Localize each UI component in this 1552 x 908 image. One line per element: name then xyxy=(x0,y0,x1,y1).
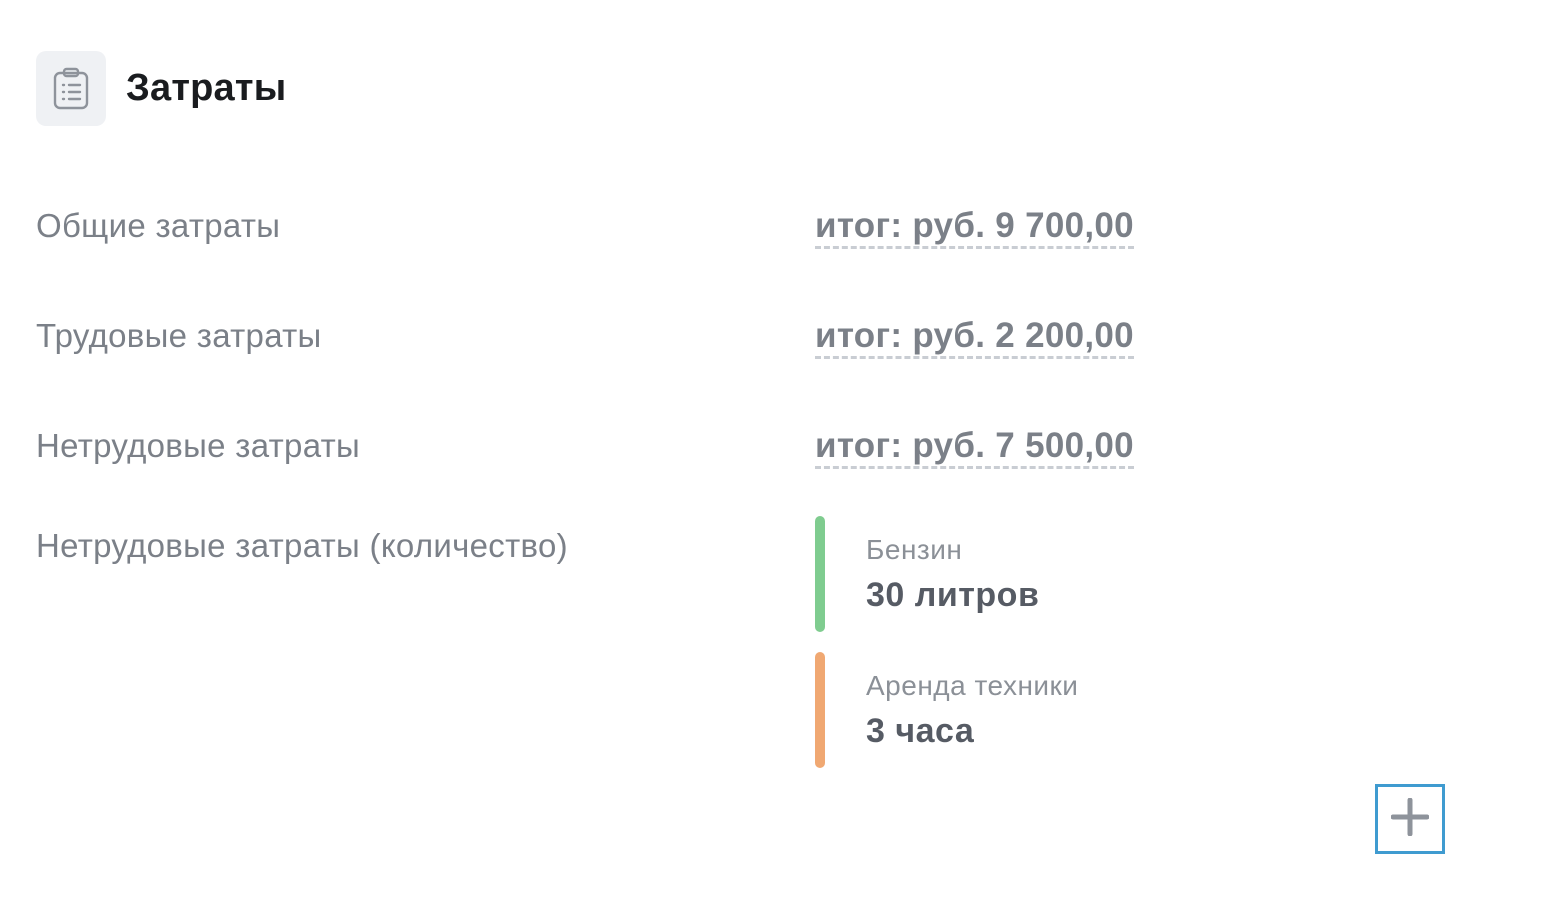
non-labor-costs-value[interactable]: итог: руб. 7 500,00 xyxy=(815,426,1134,469)
total-costs-label: Общие затраты xyxy=(36,207,281,244)
labor-costs-label: Трудовые затраты xyxy=(36,317,322,354)
quantity-item-fuel[interactable]: Бензин 30 литров xyxy=(815,516,1215,632)
total-costs-value[interactable]: итог: руб. 9 700,00 xyxy=(815,206,1134,249)
quantity-item-equipment-rental[interactable]: Аренда техники 3 часа xyxy=(815,652,1215,768)
quantity-item-name: Бензин xyxy=(866,534,963,565)
plus-icon xyxy=(1390,797,1430,841)
quantity-item-name: Аренда техники xyxy=(866,670,1079,701)
quantity-item-amount: 3 часа xyxy=(866,712,975,750)
section-title: Затраты xyxy=(126,67,287,109)
labor-costs-value[interactable]: итог: руб. 2 200,00 xyxy=(815,316,1134,359)
section-header: Затраты xyxy=(36,51,286,126)
non-labor-costs-label: Нетрудовые затраты xyxy=(36,427,361,464)
quantity-item-color-bar xyxy=(815,652,825,768)
quantity-item-amount: 30 литров xyxy=(866,576,1040,614)
add-quantity-button[interactable] xyxy=(1375,784,1445,854)
quantity-item-color-bar xyxy=(815,516,825,632)
non-labor-quantity-label: Нетрудовые затраты (количество) xyxy=(36,527,568,564)
clipboard-list-icon xyxy=(36,51,106,126)
